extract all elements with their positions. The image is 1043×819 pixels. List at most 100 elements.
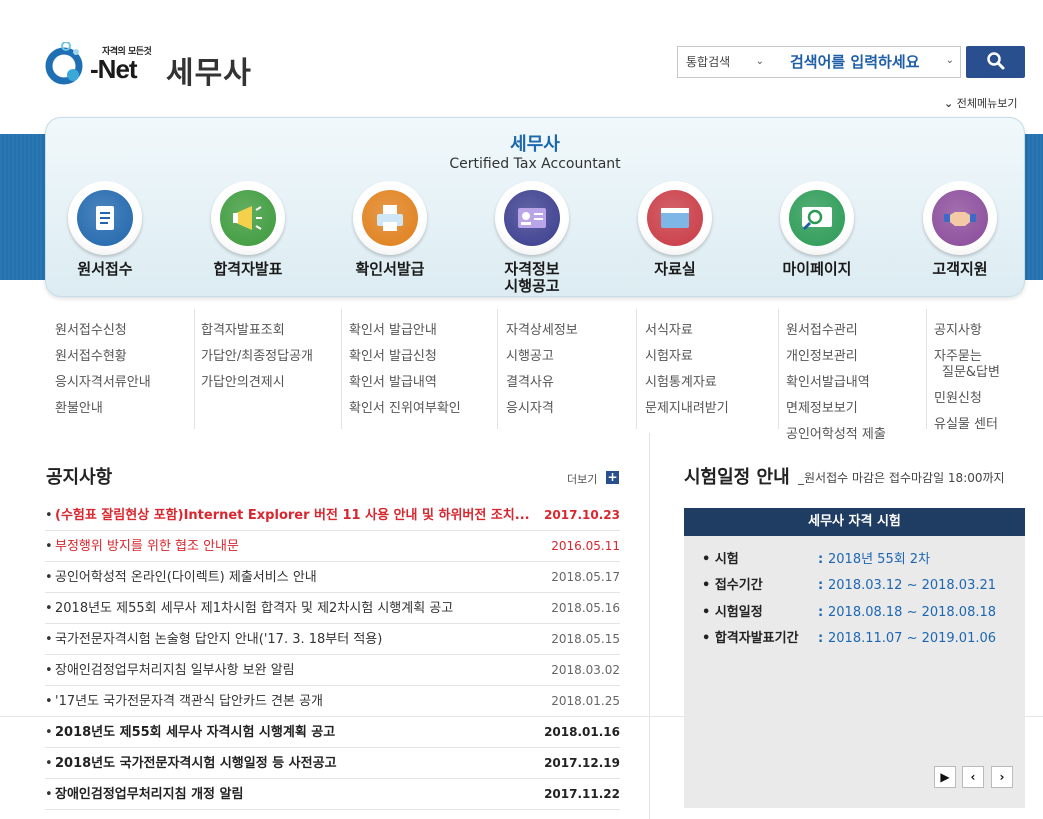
submenu-item[interactable]: 확인서발급내역 bbox=[786, 370, 886, 396]
submenu-item[interactable]: 확인서 발급내역 bbox=[349, 370, 461, 396]
notice-title-text[interactable]: '17년도 국가전문자격 객관식 답안카드 견본 공개 bbox=[55, 686, 535, 717]
notice-date: 2018.03.02 bbox=[551, 663, 620, 677]
submenu-item[interactable]: 민원신청 bbox=[934, 386, 1000, 412]
panel-title: 세무사 bbox=[510, 134, 560, 155]
notice-row[interactable]: • 2018년도 제55회 세무사 자격시험 시행계획 공고 2018.01.16 bbox=[45, 717, 620, 748]
schedule-row: • 합격자발표기간:2018.11.07 ~ 2019.01.06 bbox=[702, 631, 1022, 647]
submenu-item[interactable]: 시행공고 bbox=[506, 344, 578, 370]
menu-item-1[interactable]: 합격자발표 bbox=[188, 181, 308, 278]
menu-label: 자료실 bbox=[654, 260, 696, 278]
menu-label: 고객지원 bbox=[932, 260, 988, 278]
document-icon bbox=[77, 190, 133, 246]
notice-title-text[interactable]: 장애인검정업무처리지침 일부사항 보완 알림 bbox=[55, 655, 535, 686]
menu-label: 확인서발급 bbox=[355, 260, 425, 278]
schedule-colon: : bbox=[818, 605, 824, 620]
plus-icon[interactable]: + bbox=[606, 471, 619, 484]
schedule-key: • 합격자발표기간 bbox=[702, 631, 799, 646]
submenu-item[interactable]: 응시자격서류안내 bbox=[55, 370, 151, 396]
submenu-item[interactable]: 시험자료 bbox=[645, 344, 729, 370]
notice-title-text[interactable]: (수험표 잘림현상 포함)Internet Explorer 버전 11 사용 … bbox=[55, 500, 535, 531]
folder-icon bbox=[647, 190, 703, 246]
submenu-item[interactable]: 공지사항 bbox=[934, 318, 1000, 344]
submenu-item[interactable]: 공인어학성적 제출 bbox=[786, 422, 886, 448]
submenu-item[interactable]: 원서접수현황 bbox=[55, 344, 151, 370]
submenu-item[interactable]: 확인서 진위여부확인 bbox=[349, 396, 461, 422]
bullet-icon: • bbox=[45, 725, 53, 740]
notice-title-text[interactable]: 국가전문자격시험 논술형 답안지 안내('17. 3. 18부터 적용) bbox=[55, 624, 535, 655]
submenu-item[interactable]: 원서접수신청 bbox=[55, 318, 151, 344]
submenu-item[interactable]: 자격상세정보 bbox=[506, 318, 578, 344]
bullet-icon: • bbox=[45, 570, 53, 585]
search-scope-select[interactable]: 통합검색 ⌄ bbox=[678, 47, 768, 77]
notice-title-text[interactable]: 2018년도 제55회 세무사 제1차시험 합격자 및 제2차시험 시행계획 공… bbox=[55, 593, 535, 624]
search-icon bbox=[986, 51, 1004, 69]
search-button[interactable] bbox=[966, 46, 1025, 78]
chevron-left-icon: ‹ bbox=[970, 770, 976, 784]
schedule-colon: : bbox=[818, 552, 824, 567]
notice-row[interactable]: • 공인어학성적 온라인(다이렉트) 제출서비스 안내 2018.05.17 bbox=[45, 562, 620, 593]
notice-title-text[interactable]: 2018년도 국가전문자격시험 시행일정 등 사전공고 bbox=[55, 748, 535, 779]
next-button[interactable]: › bbox=[991, 766, 1013, 788]
menu-item-4[interactable]: 자료실 bbox=[615, 181, 735, 278]
submenu-item[interactable]: 유실물 센터 bbox=[934, 412, 1000, 438]
logo-net-text: -Net bbox=[90, 54, 138, 84]
submenu-item[interactable]: 응시자격 bbox=[506, 396, 578, 422]
submenu-item[interactable]: 서식자료 bbox=[645, 318, 729, 344]
menu-item-0[interactable]: 원서접수 bbox=[45, 181, 165, 278]
submenu-item[interactable]: 원서접수관리 bbox=[786, 318, 886, 344]
notice-row[interactable]: • 2018년도 제55회 세무사 제1차시험 합격자 및 제2차시험 시행계획 … bbox=[45, 593, 620, 624]
submenu-divider bbox=[341, 309, 342, 429]
submenu-item[interactable]: 가답안/최종정답공개 bbox=[201, 344, 313, 370]
notice-row[interactable]: • 장애인검정업무처리지침 일부사항 보완 알림 2018.03.02 bbox=[45, 655, 620, 686]
menu-item-3[interactable]: 자격정보 시행공고 bbox=[472, 181, 592, 295]
submenu-item[interactable]: 합격자발표조회 bbox=[201, 318, 313, 344]
schedule-key: • 접수기간 bbox=[702, 578, 763, 593]
notice-row[interactable]: • 2018년도 국가전문자격시험 시행일정 등 사전공고 2017.12.19 bbox=[45, 748, 620, 779]
notice-title-text[interactable]: 2018년도 제55회 세무사 자격시험 시행계획 공고 bbox=[55, 717, 535, 748]
notice-date: 2018.01.16 bbox=[544, 725, 620, 739]
search-input[interactable] bbox=[778, 47, 960, 77]
submenu-divider bbox=[778, 309, 779, 429]
handshake-button-circle bbox=[923, 181, 997, 255]
notice-date: 2018.05.15 bbox=[551, 632, 620, 646]
submenu-item[interactable]: 확인서 발급신청 bbox=[349, 344, 461, 370]
more-link[interactable]: 더보기 bbox=[567, 471, 597, 487]
play-button[interactable]: ▶ bbox=[934, 766, 956, 788]
submenu-item[interactable]: 면제정보보기 bbox=[786, 396, 886, 422]
submenu-item[interactable]: 결격사유 bbox=[506, 370, 578, 396]
bullet-icon: • bbox=[45, 601, 53, 616]
submenu-item[interactable]: 확인서 발급안내 bbox=[349, 318, 461, 344]
bullet-icon: • bbox=[45, 539, 53, 554]
menu-item-6[interactable]: 고객지원 bbox=[900, 181, 1020, 278]
submenu-item[interactable]: 문제지내려받기 bbox=[645, 396, 729, 422]
notice-row[interactable]: • 부정행위 방지를 위한 협조 안내문 2016.05.11 bbox=[45, 531, 620, 562]
notice-row[interactable]: • 장애인검정업무처리지침 개정 알림 2017.11.22 bbox=[45, 779, 620, 810]
play-icon: ▶ bbox=[940, 770, 950, 784]
notice-date: 2017.11.22 bbox=[544, 787, 620, 801]
notice-title-text[interactable]: 장애인검정업무처리지침 개정 알림 bbox=[55, 779, 535, 810]
all-menu-link[interactable]: ⌄ 전체메뉴보기 bbox=[944, 95, 1017, 111]
monitor-search-icon bbox=[789, 190, 845, 246]
schedule-title: 시험일정 안내 bbox=[684, 467, 790, 488]
schedule-box-title: 세무사 자격 시험 bbox=[684, 508, 1025, 536]
submenu-item[interactable]: 가답안의견제시 bbox=[201, 370, 313, 396]
notice-row[interactable]: • (수험표 잘림현상 포함)Internet Explorer 버전 11 사용… bbox=[45, 500, 620, 531]
notice-row[interactable]: • '17년도 국가전문자격 객관식 답안카드 견본 공개 2018.01.25 bbox=[45, 686, 620, 717]
submenu-item[interactable]: 개인정보관리 bbox=[786, 344, 886, 370]
submenu-item[interactable]: 시험통계자료 bbox=[645, 370, 729, 396]
site-title: 세무사 bbox=[166, 56, 252, 91]
submenu-column: 확인서 발급안내 확인서 발급신청 확인서 발급내역 확인서 진위여부확인 bbox=[349, 318, 461, 422]
notice-title-text[interactable]: 공인어학성적 온라인(다이렉트) 제출서비스 안내 bbox=[55, 562, 535, 593]
printer-button-circle bbox=[353, 181, 427, 255]
menu-item-2[interactable]: 확인서발급 bbox=[330, 181, 450, 278]
prev-button[interactable]: ‹ bbox=[962, 766, 984, 788]
qnet-logo[interactable]: 자격의 모든것 -Net 세무사 bbox=[44, 18, 274, 94]
submenu-divider bbox=[497, 309, 498, 429]
notice-row[interactable]: • 국가전문자격시험 논술형 답안지 안내('17. 3. 18부터 적용) 201… bbox=[45, 624, 620, 655]
menu-item-5[interactable]: 마이페이지 bbox=[757, 181, 877, 278]
submenu-item[interactable]: 환불안내 bbox=[55, 396, 151, 422]
submenu-item[interactable]: 자주묻는 질문&답변 bbox=[934, 344, 1000, 386]
notice-title-text[interactable]: 부정행위 방지를 위한 협조 안내문 bbox=[55, 531, 535, 562]
notice-list: • (수험표 잘림현상 포함)Internet Explorer 버전 11 사용… bbox=[45, 500, 620, 810]
submenu-column: 자격상세정보 시행공고 결격사유 응시자격 bbox=[506, 318, 578, 422]
